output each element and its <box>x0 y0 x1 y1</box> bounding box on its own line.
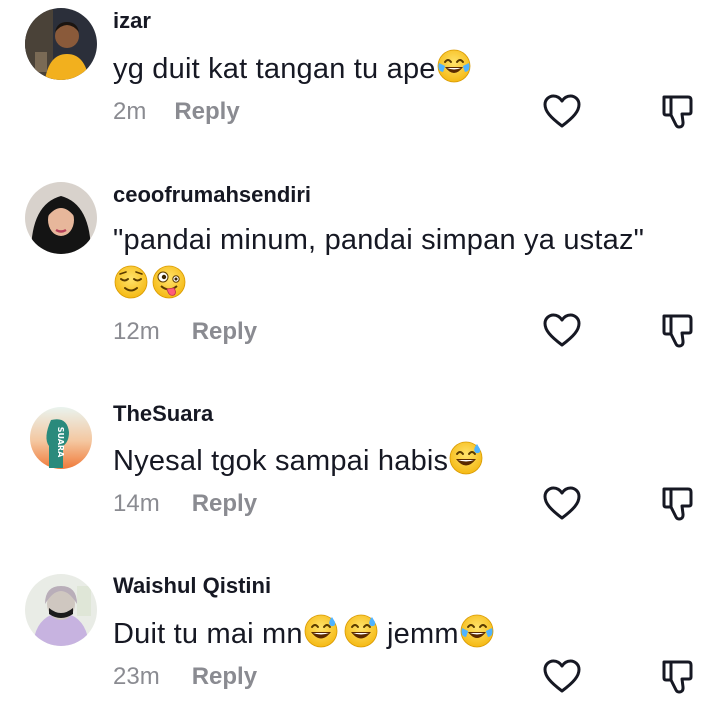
comment-time: 14m <box>113 490 160 517</box>
grinning-face-with-sweat-icon <box>303 613 339 649</box>
comment-meta: 2m Reply <box>113 98 240 126</box>
comment-meta: 14m Reply <box>113 490 257 518</box>
thumbs-down-outline-icon <box>658 657 698 697</box>
comment-username[interactable]: Waishul Qistini <box>113 573 271 599</box>
like-button[interactable] <box>542 311 582 351</box>
comment-time: 12m <box>113 318 160 345</box>
comment-emoji-line <box>113 264 187 300</box>
dislike-button[interactable] <box>658 92 698 132</box>
reply-button[interactable]: Reply <box>192 490 257 517</box>
thumbs-down-outline-icon <box>658 311 698 351</box>
dislike-button[interactable] <box>658 484 698 524</box>
avatar[interactable]: SUARA <box>25 402 97 474</box>
like-button[interactable] <box>542 484 582 524</box>
reply-button[interactable]: Reply <box>192 318 257 345</box>
thumbs-down-outline-icon <box>658 92 698 132</box>
comment-text-part2: jemm <box>378 618 459 650</box>
heart-outline-icon <box>542 92 582 132</box>
grinning-face-with-sweat-icon <box>448 440 484 476</box>
relieved-face-icon <box>113 264 149 300</box>
comment-username[interactable]: ceoofrumahsendiri <box>113 182 311 208</box>
comment-meta: 23m Reply <box>113 663 257 691</box>
like-button[interactable] <box>542 657 582 697</box>
comment-text-content: Nyesal tgok sampai habis <box>113 445 449 477</box>
comment-meta: 12m Reply <box>113 318 257 346</box>
face-with-tears-of-joy-icon <box>436 48 472 84</box>
comment-username[interactable]: TheSuara <box>113 401 213 427</box>
avatar[interactable] <box>25 8 97 80</box>
heart-outline-icon <box>542 484 582 524</box>
comment-text-part1: Duit tu mai mn <box>113 618 303 650</box>
avatar[interactable] <box>25 182 97 254</box>
dislike-button[interactable] <box>658 657 698 697</box>
comment-item: izar yg duit kat tangan tu ape 2m Reply <box>0 0 720 150</box>
like-button[interactable] <box>542 92 582 132</box>
comment-text: yg duit kat tangan tu ape <box>113 48 472 86</box>
reply-button[interactable]: Reply <box>192 663 257 690</box>
comment-time: 23m <box>113 663 160 690</box>
comment-text: "pandai minum, pandai simpan ya ustaz" <box>113 224 645 256</box>
comment-time: 2m <box>113 98 147 125</box>
comment-text: Duit tu mai mn jemm <box>113 613 495 651</box>
heart-outline-icon <box>542 657 582 697</box>
face-with-tears-of-joy-icon <box>459 613 495 649</box>
dislike-button[interactable] <box>658 311 698 351</box>
comment-username[interactable]: izar <box>113 8 151 34</box>
grinning-face-with-sweat-icon <box>343 613 379 649</box>
reply-button[interactable]: Reply <box>174 98 239 125</box>
zany-face-icon <box>151 264 187 300</box>
heart-outline-icon <box>542 311 582 351</box>
avatar-logo-text: SUARA <box>56 427 65 458</box>
thumbs-down-outline-icon <box>658 484 698 524</box>
avatar[interactable] <box>25 574 97 646</box>
comment-text-content: yg duit kat tangan tu ape <box>113 53 436 85</box>
comment-text: Nyesal tgok sampai habis <box>113 440 484 478</box>
